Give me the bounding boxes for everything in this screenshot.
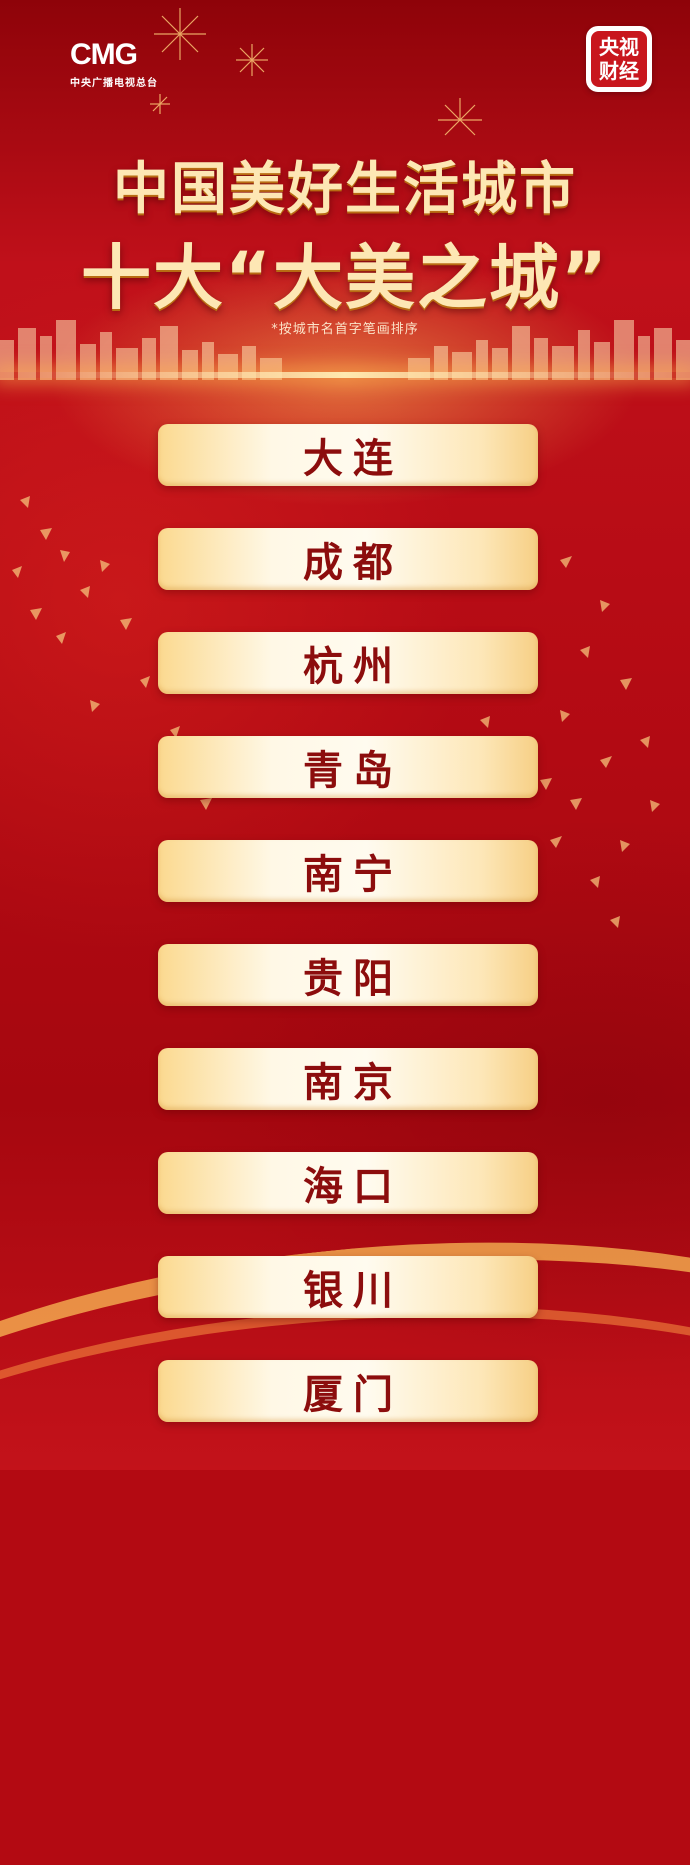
city-name: 厦门 [303,1371,403,1418]
cmg-logo-mark: CMG [70,38,138,71]
city-name: 贵阳 [303,955,403,1002]
badge-line-1: 央视 [599,35,639,59]
city-card: 青岛 [158,736,538,798]
city-name: 大连 [303,435,403,482]
city-card: 厦门 [158,1360,538,1422]
city-name: 海口 [303,1163,403,1210]
sort-note: *按城市名首字笔画排序 [271,322,419,337]
bottom-gold-swoosh-2 [0,1265,690,1865]
city-card: 贵阳 [158,944,538,1006]
main-subtitle: 十大“大美之城” [80,237,609,319]
cctv-finance-badge: 央视 财经 [586,26,652,92]
city-name: 杭州 [303,643,403,690]
city-card: 大连 [158,424,538,486]
badge-line-2: 财经 [599,59,639,83]
horizon-glow [0,372,690,378]
city-card: 南京 [158,1048,538,1110]
city-card: 杭州 [158,632,538,694]
city-name: 南京 [303,1059,403,1106]
cmg-logo-subtitle: 中央广播电视总台 [70,78,158,89]
main-title: 中国美好生活城市 [113,157,577,222]
city-card: 南宁 [158,840,538,902]
city-name: 银川 [303,1267,403,1314]
city-name: 成都 [303,539,403,586]
city-card: 海口 [158,1152,538,1214]
city-name: 青岛 [303,747,403,794]
cmg-logo: CMG 中央广播电视总台 [70,38,158,90]
city-card: 银川 [158,1256,538,1318]
city-card: 成都 [158,528,538,590]
city-name: 南宁 [303,851,403,898]
